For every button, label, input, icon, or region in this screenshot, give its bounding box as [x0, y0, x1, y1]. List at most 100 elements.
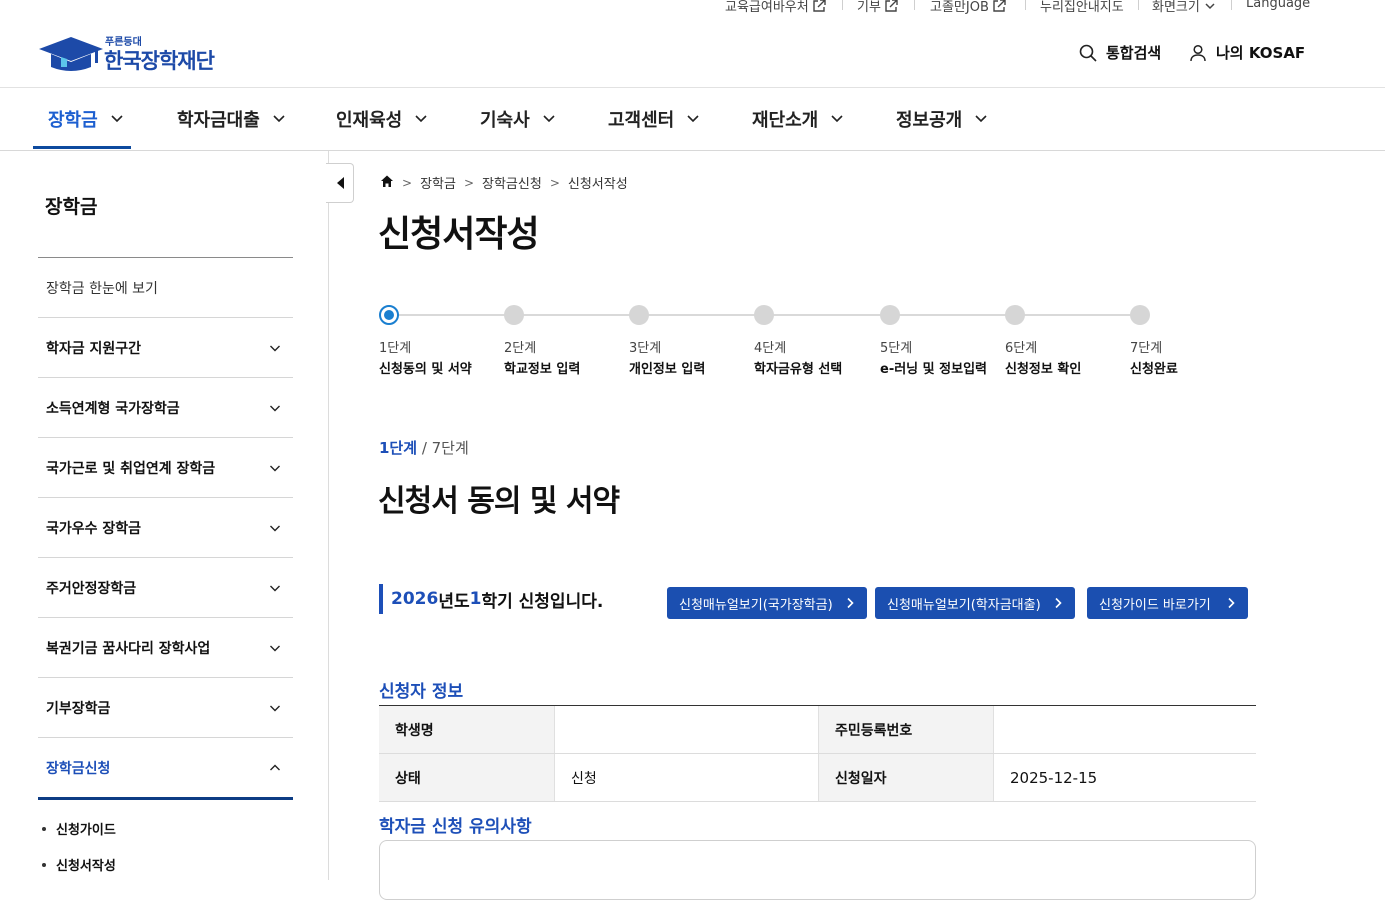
step-number: 7단계: [1130, 341, 1163, 356]
sidebar-item-label: 주거안정장학금: [46, 580, 137, 597]
step-indicator: [1005, 305, 1025, 325]
step-title: 신청완료: [1130, 362, 1178, 377]
gnb-label: 재단소개: [752, 110, 819, 131]
chevron-down-icon: [270, 465, 280, 471]
step-title: 신청동의 및 서약: [379, 362, 472, 377]
step-label: 4단계 학자금유형 선택: [754, 337, 842, 377]
breadcrumb-item[interactable]: 장학금신청: [482, 173, 542, 192]
step-indicator: [1130, 305, 1150, 325]
step-title: 개인정보 입력: [629, 362, 706, 377]
screen-size-dropdown[interactable]: 화면크기: [1152, 0, 1217, 15]
sidebar-item-national-scholarship[interactable]: 소득연계형 국가장학금: [38, 378, 293, 438]
chevron-down-icon: [1205, 2, 1215, 9]
divider: [1231, 0, 1232, 10]
sidebar-subitem-guide[interactable]: 신청가이드: [42, 819, 116, 838]
job-link[interactable]: 고졸만JOB: [930, 0, 1006, 15]
student-name-label: 학생명: [379, 706, 554, 753]
sidebar-item-support-bracket[interactable]: 학자금 지원구간: [38, 318, 293, 378]
notice-term-suffix: 학기 신청입니다.: [481, 591, 604, 612]
student-name-value: [554, 706, 818, 753]
gnb-label: 정보공개: [896, 110, 963, 131]
step-title: 학자금유형 선택: [754, 362, 843, 377]
total-steps: / 7단계: [417, 439, 469, 457]
donation-link[interactable]: 기부: [857, 0, 898, 15]
step-indicator: [629, 305, 649, 325]
gnb-dormitory[interactable]: 기숙사: [480, 88, 556, 150]
step-number: 3단계: [629, 341, 662, 356]
search-icon: [1079, 44, 1097, 62]
chevron-down-icon: [415, 115, 427, 123]
sitemap-label: 누리집안내지도: [1040, 0, 1124, 15]
screen-size-label: 화면크기: [1152, 0, 1200, 15]
student-loan-manual-button[interactable]: 신청매뉴얼보기(학자금대출): [875, 587, 1075, 619]
breadcrumb: > 장학금 > 장학금신청 > 신청서작성: [380, 173, 628, 192]
divider: [1138, 0, 1139, 10]
breadcrumb-current: 신청서작성: [567, 177, 628, 192]
kosaf-logo[interactable]: 푸른등대 한국장학재단: [37, 30, 237, 75]
step-title: 신청정보 확인: [1005, 362, 1082, 377]
table-row: 상태 신청 신청일자 2025-12-15: [379, 754, 1256, 802]
sidebar-item-label: 국가우수 장학금: [46, 520, 142, 537]
step-indicator: [880, 305, 900, 325]
button-label: 신청매뉴얼보기(국가장학금): [679, 597, 833, 613]
language-link[interactable]: Language: [1246, 0, 1310, 11]
gnb-student-loan[interactable]: 학자금대출: [177, 88, 286, 150]
application-guide-button[interactable]: 신청가이드 바로가기: [1087, 587, 1248, 619]
sitemap-link[interactable]: 누리집안내지도: [1040, 0, 1124, 15]
gnb-disclosure[interactable]: 정보공개: [896, 88, 988, 150]
donation-label: 기부: [857, 0, 881, 15]
applicant-info-title: 신청자 정보: [379, 682, 464, 702]
sidebar-item-housing-scholarship[interactable]: 주거안정장학금: [38, 558, 293, 618]
rrn-label: 주민등록번호: [818, 706, 993, 753]
integrated-search-button[interactable]: 통합검색: [1078, 42, 1161, 63]
sidebar-item-application[interactable]: 장학금신청: [38, 738, 293, 800]
chevron-right-icon: >: [463, 175, 475, 190]
application-date-label: 신청일자: [818, 754, 993, 801]
gnb-talent-development[interactable]: 인재육성: [336, 88, 428, 150]
status-value: 신청: [554, 754, 818, 801]
step-label: 3단계 개인정보 입력: [629, 337, 705, 377]
gnb-scholarship[interactable]: 장학금: [48, 88, 124, 150]
gnb-about[interactable]: 재단소개: [752, 88, 844, 150]
sidebar-item-work-scholarship[interactable]: 국가근로 및 취업연계 장학금: [38, 438, 293, 498]
step-number: 5단계: [880, 341, 913, 356]
gnb-customer-center[interactable]: 고객센터: [608, 88, 700, 150]
section-title: 신청서 동의 및 서약: [378, 484, 620, 519]
sidebar-subitem-form[interactable]: 신청서작성: [42, 855, 116, 874]
home-icon[interactable]: [380, 174, 394, 192]
sidebar-subitem-label: 신청서작성: [56, 859, 116, 874]
nav-divider: [0, 150, 1385, 151]
sidebar-item-excellence-scholarship[interactable]: 국가우수 장학금: [38, 498, 293, 558]
chevron-right-icon: [1055, 597, 1062, 609]
chevron-down-icon: [270, 645, 280, 651]
my-kosaf-button[interactable]: 나의 KOSAF: [1188, 42, 1305, 63]
chevron-down-icon: [111, 115, 123, 123]
step-indicator: [754, 305, 774, 325]
chevron-down-icon: [543, 115, 555, 123]
step-number: 4단계: [754, 341, 787, 356]
utility-bar: 교육급여바우처 기부 고졸만JOB 누리집안내지도 화면크기 Language: [0, 0, 1385, 18]
breadcrumb-item[interactable]: 장학금: [420, 173, 456, 192]
national-scholarship-manual-button[interactable]: 신청매뉴얼보기(국가장학금): [667, 587, 867, 619]
sidebar-item-label: 학자금 지원구간: [46, 340, 142, 357]
sidebar-item-donation-scholarship[interactable]: 기부장학금: [38, 678, 293, 738]
sidebar-collapse-button[interactable]: [326, 163, 354, 203]
voucher-link[interactable]: 교육급여바우처: [725, 0, 826, 15]
voucher-label: 교육급여바우처: [725, 0, 809, 15]
step-number: 1단계: [379, 341, 412, 356]
step-label: 7단계 신청완료: [1130, 337, 1178, 377]
search-label: 통합검색: [1106, 44, 1162, 62]
sidebar-item-overview[interactable]: 장학금 한눈에 보기: [38, 258, 293, 318]
caret-left-icon: [336, 177, 344, 189]
gnb-label: 인재육성: [336, 110, 403, 131]
step-counter: 1단계 / 7단계: [379, 437, 469, 458]
application-date-value: 2025-12-15: [993, 754, 1256, 801]
sidebar-item-dream-ladder[interactable]: 복권기금 꿈사다리 장학사업: [38, 618, 293, 678]
notes-title: 학자금 신청 유의사항: [379, 817, 532, 837]
job-label: 고졸만JOB: [930, 0, 989, 15]
chevron-down-icon: [270, 345, 280, 351]
chevron-down-icon: [831, 115, 843, 123]
main-navigation: 장학금 학자금대출 인재육성 기숙사 고객센터 재단소개 정보공개: [0, 88, 1385, 150]
sidebar-item-label: 국가근로 및 취업연계 장학금: [46, 460, 216, 477]
step-title: e-러닝 및 정보입력: [880, 362, 987, 377]
